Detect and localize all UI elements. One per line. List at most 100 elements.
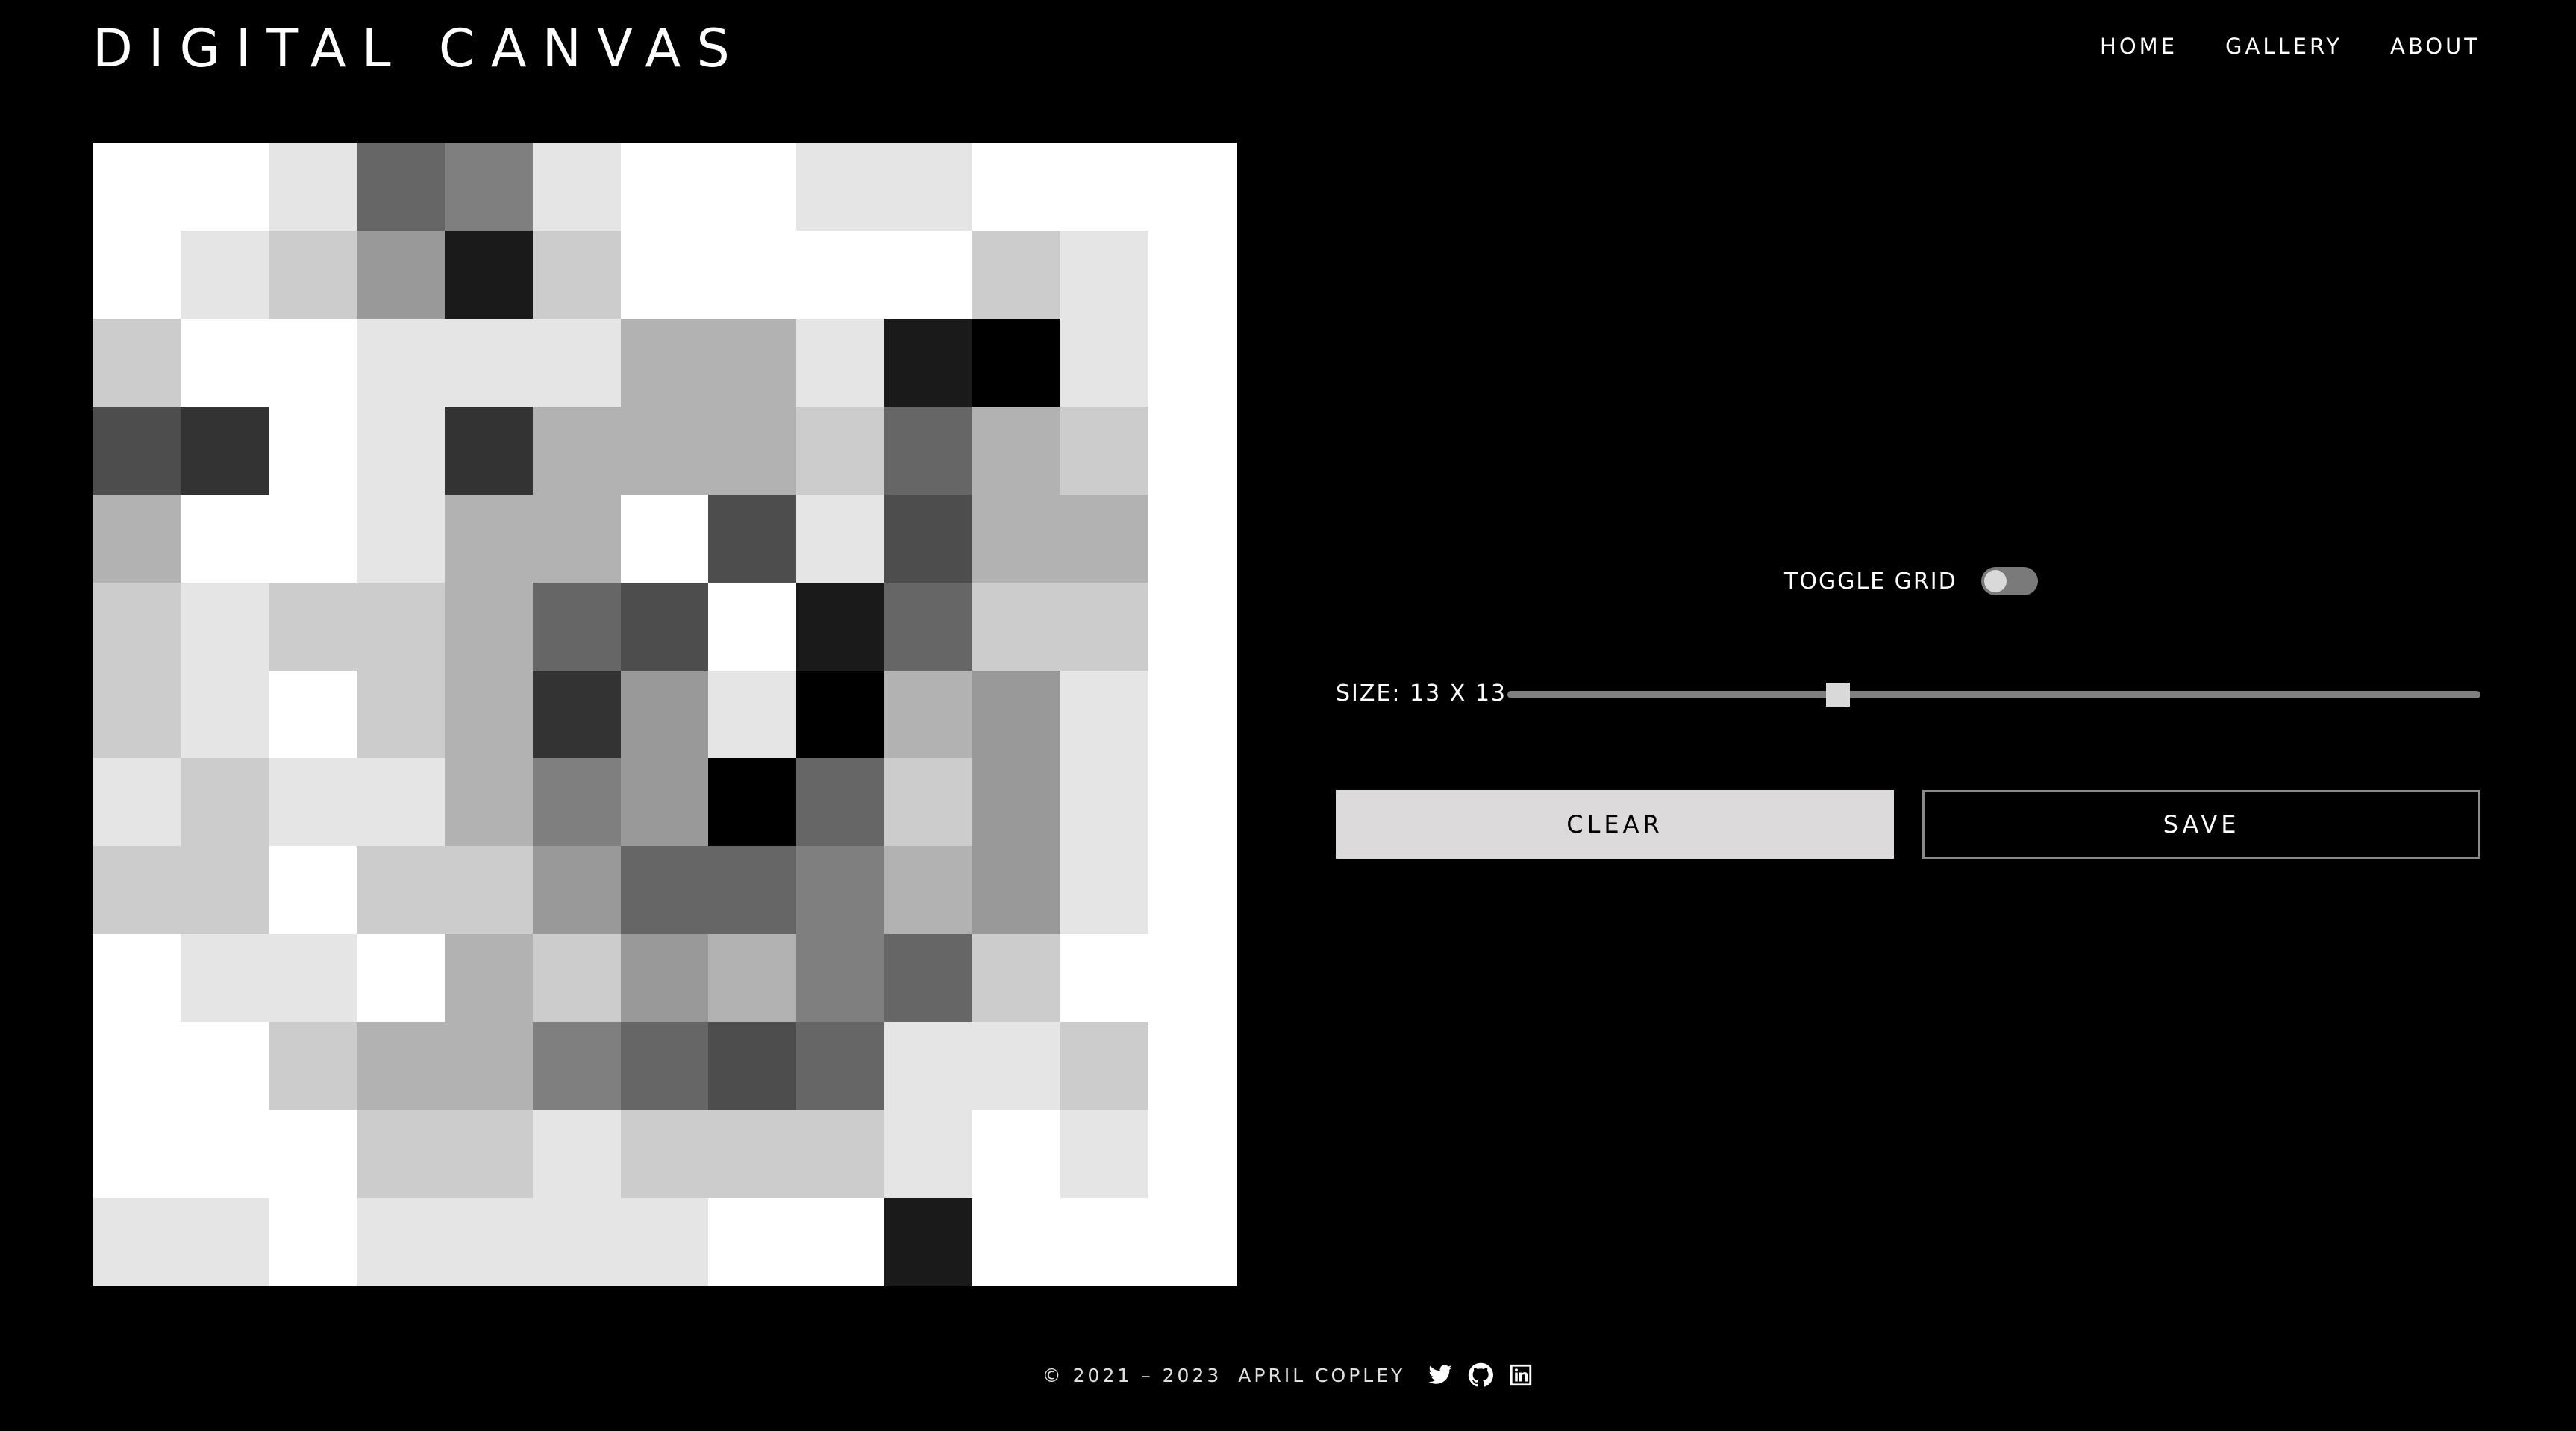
canvas-cell[interactable] [444,934,533,1023]
canvas-cell[interactable] [620,846,709,935]
canvas-cell[interactable] [620,670,709,759]
canvas-cell[interactable] [180,758,269,847]
canvas-cell[interactable] [444,758,533,847]
canvas-cell[interactable] [972,318,1061,407]
canvas-cell[interactable] [444,143,533,231]
canvas-cell[interactable] [356,318,445,407]
canvas-cell[interactable] [708,934,797,1023]
canvas-cell[interactable] [1148,143,1237,231]
canvas-cell[interactable] [1060,318,1149,407]
canvas-cell[interactable] [532,406,621,495]
canvas-cell[interactable] [796,1022,885,1111]
canvas-cell[interactable] [620,758,709,847]
canvas-cell[interactable] [796,230,885,319]
save-button[interactable]: SAVE [1922,790,2480,859]
canvas-cell[interactable] [1060,406,1149,495]
nav-link-about[interactable]: ABOUT [2390,31,2480,61]
canvas-cell[interactable] [268,230,357,319]
canvas-cell[interactable] [532,143,621,231]
canvas-cell[interactable] [356,758,445,847]
canvas-cell[interactable] [93,230,181,319]
toggle-grid-switch[interactable] [1981,567,2038,595]
canvas-cell[interactable] [884,494,973,583]
canvas-cell[interactable] [796,582,885,671]
canvas-cell[interactable] [93,582,181,671]
canvas-cell[interactable] [796,670,885,759]
nav-link-home[interactable]: HOME [2100,31,2178,61]
canvas-cell[interactable] [532,1022,621,1111]
nav-link-gallery[interactable]: GALLERY [2225,31,2342,61]
canvas-cell[interactable] [1060,846,1149,935]
canvas-cell[interactable] [708,143,797,231]
canvas-cell[interactable] [708,1198,797,1286]
canvas-cell[interactable] [93,406,181,495]
canvas-cell[interactable] [356,1198,445,1286]
canvas-cell[interactable] [708,318,797,407]
canvas-cell[interactable] [268,494,357,583]
canvas-cell[interactable] [708,494,797,583]
canvas-cell[interactable] [1148,934,1237,1023]
canvas-cell[interactable] [620,230,709,319]
canvas-cell[interactable] [972,846,1061,935]
canvas-cell[interactable] [1148,230,1237,319]
canvas-cell[interactable] [708,406,797,495]
canvas-cell[interactable] [1060,582,1149,671]
canvas-cell[interactable] [620,494,709,583]
author-link[interactable]: APRIL COPLEY [1238,1365,1405,1386]
canvas-cell[interactable] [532,582,621,671]
canvas-cell[interactable] [268,143,357,231]
canvas-cell[interactable] [180,582,269,671]
canvas-cell[interactable] [972,230,1061,319]
canvas-cell[interactable] [356,1022,445,1111]
canvas-cell[interactable] [884,230,973,319]
canvas-cell[interactable] [796,494,885,583]
canvas-cell[interactable] [356,1110,445,1199]
canvas-cell[interactable] [356,670,445,759]
canvas-cell[interactable] [620,1110,709,1199]
canvas-cell[interactable] [180,318,269,407]
canvas-cell[interactable] [1060,1022,1149,1111]
canvas-cell[interactable] [796,318,885,407]
canvas-cell[interactable] [532,758,621,847]
canvas-cell[interactable] [972,758,1061,847]
canvas-cell[interactable] [708,1110,797,1199]
canvas-cell[interactable] [796,1110,885,1199]
canvas-cell[interactable] [532,1198,621,1286]
canvas-cell[interactable] [1148,582,1237,671]
canvas-cell[interactable] [708,758,797,847]
canvas-cell[interactable] [444,406,533,495]
canvas-cell[interactable] [1060,494,1149,583]
drawing-canvas[interactable] [93,143,1237,1286]
canvas-cell[interactable] [356,230,445,319]
canvas-cell[interactable] [972,494,1061,583]
canvas-cell[interactable] [1148,1110,1237,1199]
canvas-cell[interactable] [93,1022,181,1111]
canvas-cell[interactable] [1148,846,1237,935]
canvas-cell[interactable] [268,406,357,495]
canvas-cell[interactable] [532,318,621,407]
canvas-cell[interactable] [444,582,533,671]
canvas-cell[interactable] [268,1110,357,1199]
canvas-cell[interactable] [796,1198,885,1286]
linkedin-icon[interactable] [1508,1362,1534,1388]
canvas-cell[interactable] [268,758,357,847]
canvas-cell[interactable] [93,758,181,847]
canvas-cell[interactable] [884,582,973,671]
canvas-cell[interactable] [268,846,357,935]
canvas-cell[interactable] [884,670,973,759]
canvas-cell[interactable] [532,670,621,759]
canvas-cell[interactable] [93,670,181,759]
canvas-cell[interactable] [444,230,533,319]
canvas-cell[interactable] [1060,758,1149,847]
canvas-cell[interactable] [268,1022,357,1111]
canvas-cell[interactable] [972,1110,1061,1199]
canvas-cell[interactable] [708,670,797,759]
canvas-cell[interactable] [1060,934,1149,1023]
canvas-cell[interactable] [884,758,973,847]
canvas-cell[interactable] [884,406,973,495]
canvas-cell[interactable] [708,230,797,319]
canvas-cell[interactable] [1060,1198,1149,1286]
canvas-cell[interactable] [796,406,885,495]
canvas-cell[interactable] [93,1110,181,1199]
canvas-cell[interactable] [268,582,357,671]
